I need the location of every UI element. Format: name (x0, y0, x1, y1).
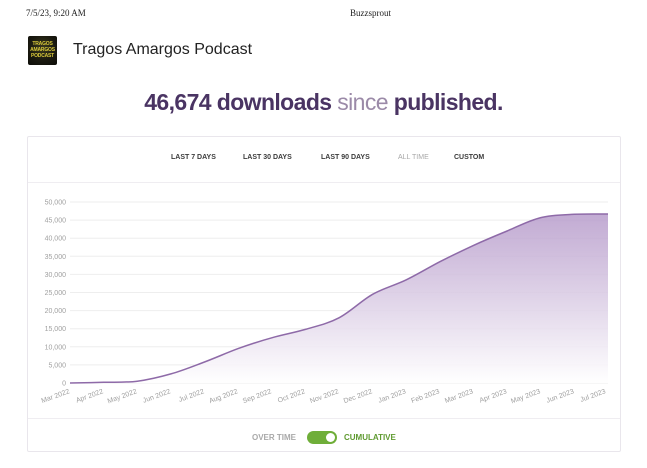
date-range-tabs: LAST 7 DAYS LAST 30 DAYS LAST 90 DAYS AL… (28, 137, 620, 183)
x-tick-label: May 2023 (510, 388, 541, 405)
downloads-area-chart: 0 5,000 10,000 15,000 20,000 25,000 30,000 35,0… (28, 182, 620, 419)
data-point[interactable] (438, 260, 442, 264)
data-point[interactable] (203, 360, 207, 364)
data-point[interactable] (236, 347, 240, 351)
downloads-word: downloads (216, 89, 332, 115)
y-tick-label: 15,000 (45, 326, 67, 333)
podcast-cover-image[interactable]: TRAGOS AMARGOS PODCAST (28, 36, 57, 65)
tab-last-90-days[interactable]: LAST 90 DAYS (321, 154, 370, 161)
y-tick-label: 0 (62, 381, 66, 388)
data-point[interactable] (303, 327, 307, 331)
x-tick-label: Jul 2023 (579, 388, 606, 404)
y-tick-label: 20,000 (45, 308, 67, 315)
tab-last-7-days[interactable]: LAST 7 DAYS (171, 154, 216, 161)
data-point[interactable] (404, 278, 408, 282)
since-word: since (337, 89, 388, 115)
y-tick-label: 25,000 (45, 290, 67, 297)
x-tick-label: Jun 2022 (142, 388, 172, 404)
x-tick-label: Nov 2022 (309, 388, 340, 405)
x-tick-label: Dec 2022 (343, 388, 374, 405)
data-point[interactable] (539, 216, 543, 220)
x-tick-label: Sep 2022 (242, 388, 273, 405)
x-tick-label: Feb 2023 (410, 388, 440, 405)
data-point[interactable] (102, 380, 106, 384)
x-tick-label: Mar 2023 (444, 388, 474, 405)
x-tick-label: Apr 2023 (479, 388, 508, 404)
chart-mode-toggle-row: OVER TIME CUMULATIVE (28, 421, 620, 451)
downloads-count: 46,674 (144, 89, 211, 115)
data-point[interactable] (270, 336, 274, 340)
y-tick-label: 40,000 (45, 236, 67, 243)
print-header: 7/5/23, 9:20 AM Buzzsprout (0, 8, 647, 22)
data-point[interactable] (337, 316, 341, 320)
downloads-chart-card: LAST 7 DAYS LAST 30 DAYS LAST 90 DAYS AL… (27, 136, 621, 452)
published-word: published. (393, 89, 504, 115)
podcast-title[interactable]: Tragos Amargos Podcast (73, 41, 252, 59)
tab-all-time[interactable]: ALL TIME (398, 154, 429, 161)
tab-custom[interactable]: CUSTOM (454, 154, 484, 161)
data-point[interactable] (68, 381, 72, 385)
data-point[interactable] (606, 212, 610, 216)
y-tick-label: 30,000 (45, 272, 67, 279)
data-point[interactable] (371, 292, 375, 296)
over-time-label[interactable]: OVER TIME (252, 433, 296, 442)
x-tick-label: May 2022 (107, 388, 138, 405)
y-tick-label: 45,000 (45, 218, 67, 225)
x-tick-label: Jul 2022 (178, 388, 205, 404)
x-tick-label: Oct 2022 (277, 388, 306, 404)
x-tick-label: Jan 2023 (377, 388, 407, 404)
data-point[interactable] (169, 372, 173, 376)
y-tick-label: 35,000 (45, 254, 67, 261)
data-point[interactable] (505, 229, 509, 233)
x-tick-label: Aug 2022 (208, 388, 239, 405)
print-site-name: Buzzsprout (350, 8, 391, 18)
chart-svg: 0 5,000 10,000 15,000 20,000 25,000 30,000 35,0… (40, 200, 610, 405)
data-point[interactable] (135, 379, 139, 383)
y-tick-label: 5,000 (48, 362, 66, 369)
cumulative-label[interactable]: CUMULATIVE (344, 433, 396, 442)
tab-last-30-days[interactable]: LAST 30 DAYS (243, 154, 292, 161)
series-area-fill (70, 213, 608, 383)
data-point[interactable] (472, 243, 476, 247)
y-tick-label: 10,000 (45, 344, 67, 351)
cumulative-toggle-switch[interactable] (307, 431, 337, 444)
y-tick-label: 50,000 (45, 200, 67, 207)
x-tick-label: Apr 2022 (75, 388, 104, 404)
downloads-headline: 46,674 downloads since published. (0, 89, 647, 116)
toggle-knob (326, 433, 335, 442)
x-tick-label: Jun 2023 (546, 388, 576, 404)
podcast-cover-logo: TRAGOS AMARGOS PODCAST (30, 41, 55, 59)
x-tick-label: Mar 2022 (40, 388, 70, 405)
print-date: 7/5/23, 9:20 AM (26, 8, 86, 18)
data-point[interactable] (572, 212, 576, 216)
